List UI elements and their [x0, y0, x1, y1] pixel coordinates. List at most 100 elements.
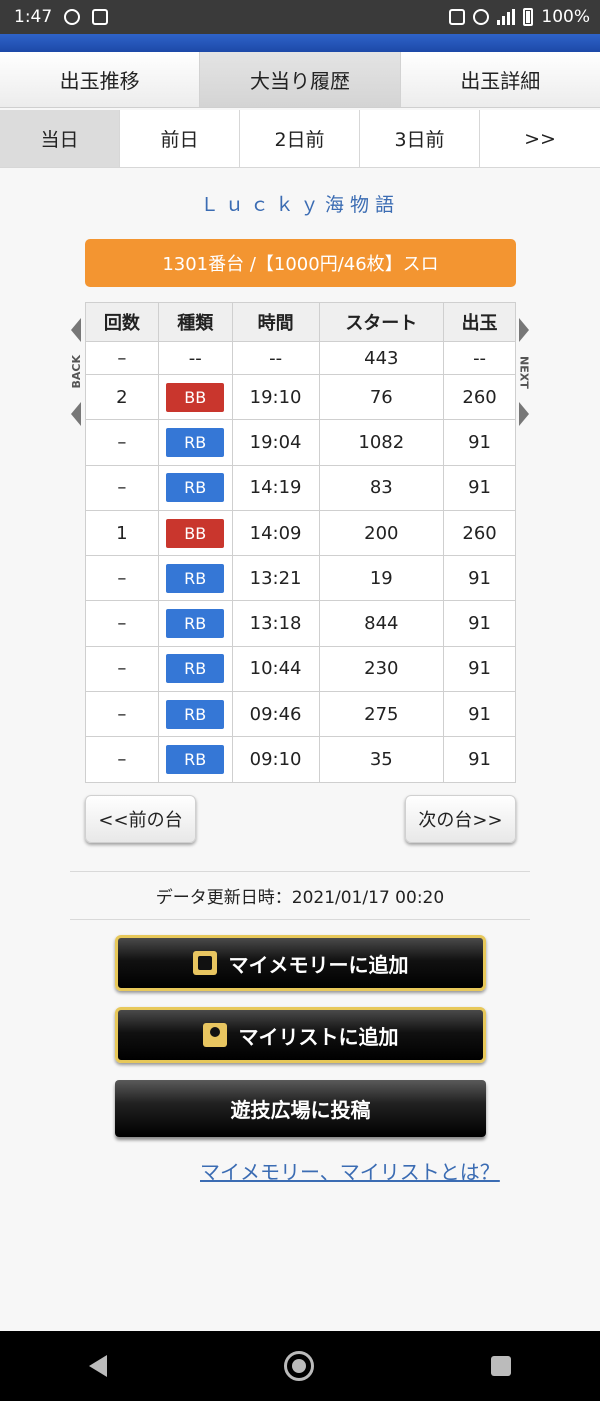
arrow-right-icon [519, 318, 529, 342]
cell-count: 2 [85, 373, 159, 421]
cell-payout: 260 [443, 373, 516, 421]
jackpot-history-table: 回数 種類 時間 スタート 出玉 – -- -- 443 -- 2 BB 19:10… [85, 302, 516, 783]
cell-count: – [85, 691, 159, 738]
divider [70, 919, 530, 920]
cell-payout: 91 [443, 600, 516, 647]
signal-icon [497, 9, 516, 25]
cell-count: – [85, 736, 159, 783]
rb-badge: RB [166, 563, 225, 593]
cell-count: – [85, 419, 159, 466]
cell-start: 230 [318, 645, 445, 693]
wifi-icon [473, 9, 490, 25]
rb-badge: RB [166, 609, 225, 639]
cell-time: -- [231, 341, 320, 375]
day-tabs: 当日 前日 2日前 3日前 >> [0, 110, 600, 168]
game-controller-icon [64, 9, 81, 25]
header-payout: 出玉 [443, 302, 516, 342]
next-side-nav[interactable]: NEXT [516, 318, 532, 426]
cell-type: RB [157, 555, 233, 602]
arrow-left-icon [71, 318, 81, 342]
cell-type: RB [157, 736, 233, 783]
arrow-right-icon [519, 402, 529, 426]
cell-payout: 91 [443, 736, 516, 783]
back-label: BACK [69, 355, 83, 389]
cell-time: 13:18 [231, 600, 320, 647]
cell-time: 19:04 [231, 419, 320, 466]
cell-payout: -- [443, 341, 516, 375]
cell-count: – [85, 645, 159, 693]
cell-time: 09:46 [231, 691, 320, 738]
rb-badge: RB [166, 427, 225, 457]
table-row: 1 BB 14:09 200 260 [85, 509, 516, 557]
divider [70, 871, 530, 872]
arrow-left-icon [71, 402, 81, 426]
back-side-nav[interactable]: BACK [68, 318, 84, 426]
tab-more-days[interactable]: >> [480, 110, 600, 167]
table-row: – RB 14:19 83 91 [85, 464, 516, 511]
status-time: 1:47 [14, 7, 53, 27]
cell-count: – [85, 600, 159, 647]
cell-payout: 91 [443, 645, 516, 693]
cell-time: 10:44 [231, 645, 320, 693]
rb-badge: RB [166, 473, 225, 503]
cell-type: -- [157, 341, 233, 375]
cell-count: 1 [85, 509, 159, 557]
bb-badge: BB [166, 518, 225, 548]
cell-start: 200 [318, 509, 445, 557]
add-my-memory-button[interactable]: マイメモリーに追加 [115, 935, 486, 991]
tab-2-days-ago[interactable]: 2日前 [240, 110, 360, 167]
prev-machine-button[interactable]: <<前の台 [85, 795, 196, 843]
tab-yesterday[interactable]: 前日 [120, 110, 240, 167]
cell-start: 1082 [318, 419, 445, 466]
cell-payout: 91 [443, 419, 516, 466]
cell-time: 14:09 [231, 509, 320, 557]
table-row: – RB 13:21 19 91 [85, 555, 516, 602]
notification-app-icon [92, 9, 109, 25]
table-row: – RB 13:18 844 91 [85, 600, 516, 647]
recent-apps-icon[interactable] [491, 1356, 512, 1376]
add-my-list-label: マイリストに追加 [238, 1024, 399, 1049]
cell-type: RB [157, 464, 233, 511]
cell-payout: 260 [443, 509, 516, 557]
tab-jackpot-history[interactable]: 大当り履歴 [200, 52, 401, 107]
cell-start: 19 [318, 555, 445, 602]
battery-icon [523, 8, 534, 26]
header-type: 種類 [157, 302, 233, 342]
cell-type: RB [157, 645, 233, 693]
header-start: スタート [318, 302, 445, 342]
cell-time: 13:21 [231, 555, 320, 602]
person-card-icon [202, 1023, 227, 1047]
cell-start: 83 [318, 464, 445, 511]
header-band [0, 34, 600, 52]
status-bar: 1:47 100% [0, 0, 600, 34]
home-icon[interactable] [283, 1351, 314, 1381]
back-icon[interactable] [88, 1355, 107, 1377]
cell-payout: 91 [443, 691, 516, 738]
battery-percent: 100% [541, 7, 590, 27]
cell-type: RB [157, 691, 233, 738]
header-count: 回数 [85, 302, 159, 342]
cell-type: RB [157, 600, 233, 647]
tab-payout-details[interactable]: 出玉詳細 [400, 52, 600, 107]
memory-icon [192, 951, 217, 975]
cell-type: BB [157, 509, 233, 557]
tab-3-days-ago[interactable]: 3日前 [360, 110, 480, 167]
table-row: – -- -- 443 -- [85, 341, 516, 375]
system-nav-bar [0, 1331, 600, 1401]
next-machine-button[interactable]: 次の台>> [405, 795, 516, 843]
post-to-plaza-button[interactable]: 遊技広場に投稿 [115, 1080, 486, 1137]
help-link[interactable]: マイメモリー、マイリストとは？ [200, 1156, 500, 1185]
cell-time: 14:19 [231, 464, 320, 511]
cell-count: – [85, 555, 159, 602]
tab-today[interactable]: 当日 [0, 110, 120, 167]
add-my-list-button[interactable]: マイリストに追加 [115, 1007, 486, 1063]
table-row: – RB 09:10 35 91 [85, 736, 516, 783]
cell-type: RB [157, 419, 233, 466]
rb-badge: RB [166, 745, 225, 775]
cell-start: 844 [318, 600, 445, 647]
table-row: 2 BB 19:10 76 260 [85, 373, 516, 421]
cell-time: 09:10 [231, 736, 320, 783]
cell-payout: 91 [443, 464, 516, 511]
tab-payout-trend[interactable]: 出玉推移 [0, 52, 201, 107]
cell-start: 76 [318, 373, 445, 421]
